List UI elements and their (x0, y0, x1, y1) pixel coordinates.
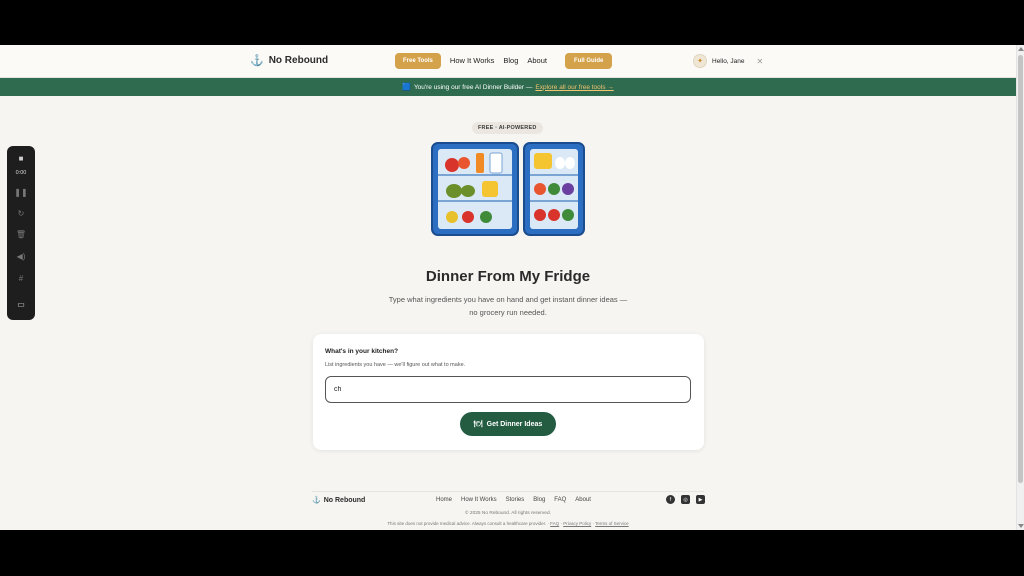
close-icon[interactable]: ✕ (757, 57, 764, 66)
letterbox-bottom (0, 530, 1024, 576)
stop-record-icon[interactable]: ■ (15, 152, 27, 164)
footer-link-faq[interactable]: FAQ (554, 497, 566, 503)
brand-logo[interactable]: ⚓ No Rebound (250, 54, 328, 67)
nav-how-it-works[interactable]: How It Works (450, 52, 494, 69)
delete-icon[interactable]: 🗑 (15, 228, 27, 240)
avatar-icon: ✦ (693, 54, 707, 68)
banner-explore-link[interactable]: Explore all our free tools → (535, 84, 613, 91)
letterbox-top (0, 0, 1024, 45)
social-links: f ◎ ▶ (666, 495, 705, 504)
dinner-icon: 🍽 (473, 421, 483, 428)
scrollbar-thumb[interactable] (1018, 55, 1023, 483)
footer-divider (312, 491, 704, 492)
recording-time: 0:00 (15, 170, 27, 176)
scroll-down-icon[interactable] (1018, 524, 1024, 528)
nav-about[interactable]: About (527, 52, 547, 69)
fridge-illustration (431, 142, 585, 236)
browser-viewport: ⚓ No Rebound Free Tools How It Works Blo… (0, 45, 1024, 530)
footer-faq-link[interactable]: FAQ (550, 521, 559, 526)
free-ai-badge: FREE · AI-POWERED (472, 122, 543, 134)
footer-link-stories[interactable]: Stories (506, 497, 525, 503)
camera-icon[interactable]: ▭ (15, 298, 27, 310)
anchor-icon: ⚓ (312, 497, 321, 504)
card-title: What's in your kitchen? (325, 348, 399, 355)
brand-name: No Rebound (268, 55, 329, 66)
anchor-icon: ⚓ (250, 55, 264, 67)
ingredients-card: What's in your kitchen? List ingredients… (313, 334, 704, 450)
site-header: ⚓ No Rebound Free Tools How It Works Blo… (0, 45, 1016, 78)
footer-link-about[interactable]: About (575, 497, 591, 503)
facebook-icon[interactable]: f (666, 495, 675, 504)
banner-text: You're using our free AI Dinner Builder … (413, 83, 533, 91)
ingredients-input[interactable] (325, 376, 691, 403)
youtube-icon[interactable]: ▶ (696, 495, 705, 504)
free-tool-banner: 🟦 You're using our free AI Dinner Builde… (0, 78, 1016, 96)
privacy-policy-link[interactable]: Privacy Policy (563, 521, 591, 526)
main-nav: Free Tools How It Works Blog About Full … (395, 52, 613, 69)
copyright-text: © 2025 No Rebound. All rights reserved. (465, 511, 551, 516)
get-dinner-ideas-button[interactable]: 🍽 Get Dinner Ideas (460, 412, 556, 436)
footer-brand-name: No Rebound (323, 496, 366, 504)
card-help-text: List ingredients you have — we'll figure… (325, 362, 466, 368)
restart-icon[interactable]: ↻ (15, 207, 27, 219)
footer-link-blog[interactable]: Blog (533, 497, 545, 503)
grid-icon[interactable]: # (15, 272, 27, 284)
footer-disclaimer: This site does not provide medical advic… (387, 521, 629, 526)
scroll-up-icon[interactable] (1018, 47, 1024, 51)
full-guide-button[interactable]: Full Guide (564, 52, 613, 69)
page-title: Dinner From My Fridge (425, 268, 591, 285)
screen-recorder-toolbar: ■ 0:00 ❚❚ ↻ 🗑 ◀) # ▭ (7, 146, 35, 320)
footer-link-home[interactable]: Home (436, 497, 452, 503)
page-subtitle: Type what ingredients you have on hand a… (388, 295, 628, 317)
footer-brand[interactable]: ⚓ No Rebound (312, 496, 366, 505)
pause-icon[interactable]: ❚❚ (14, 186, 27, 198)
nav-free-tools-button[interactable]: Free Tools (395, 52, 441, 69)
cta-label: Get Dinner Ideas (486, 420, 543, 428)
page-scrollbar[interactable] (1016, 45, 1024, 530)
user-greeting: Hello, Jane (712, 57, 745, 65)
instagram-icon[interactable]: ◎ (681, 495, 690, 504)
terms-link[interactable]: Terms of Service (595, 521, 629, 526)
nav-blog[interactable]: Blog (503, 52, 518, 69)
user-menu[interactable]: ✦ Hello, Jane ✕ (693, 54, 763, 68)
audio-icon[interactable]: ◀) (15, 250, 27, 262)
footer-link-how-it-works[interactable]: How It Works (461, 497, 497, 503)
info-icon: 🟦 (402, 84, 411, 91)
disclaimer-text: This site does not provide medical advic… (387, 521, 547, 526)
footer-nav: Home How It Works Stories Blog FAQ About (436, 497, 591, 503)
